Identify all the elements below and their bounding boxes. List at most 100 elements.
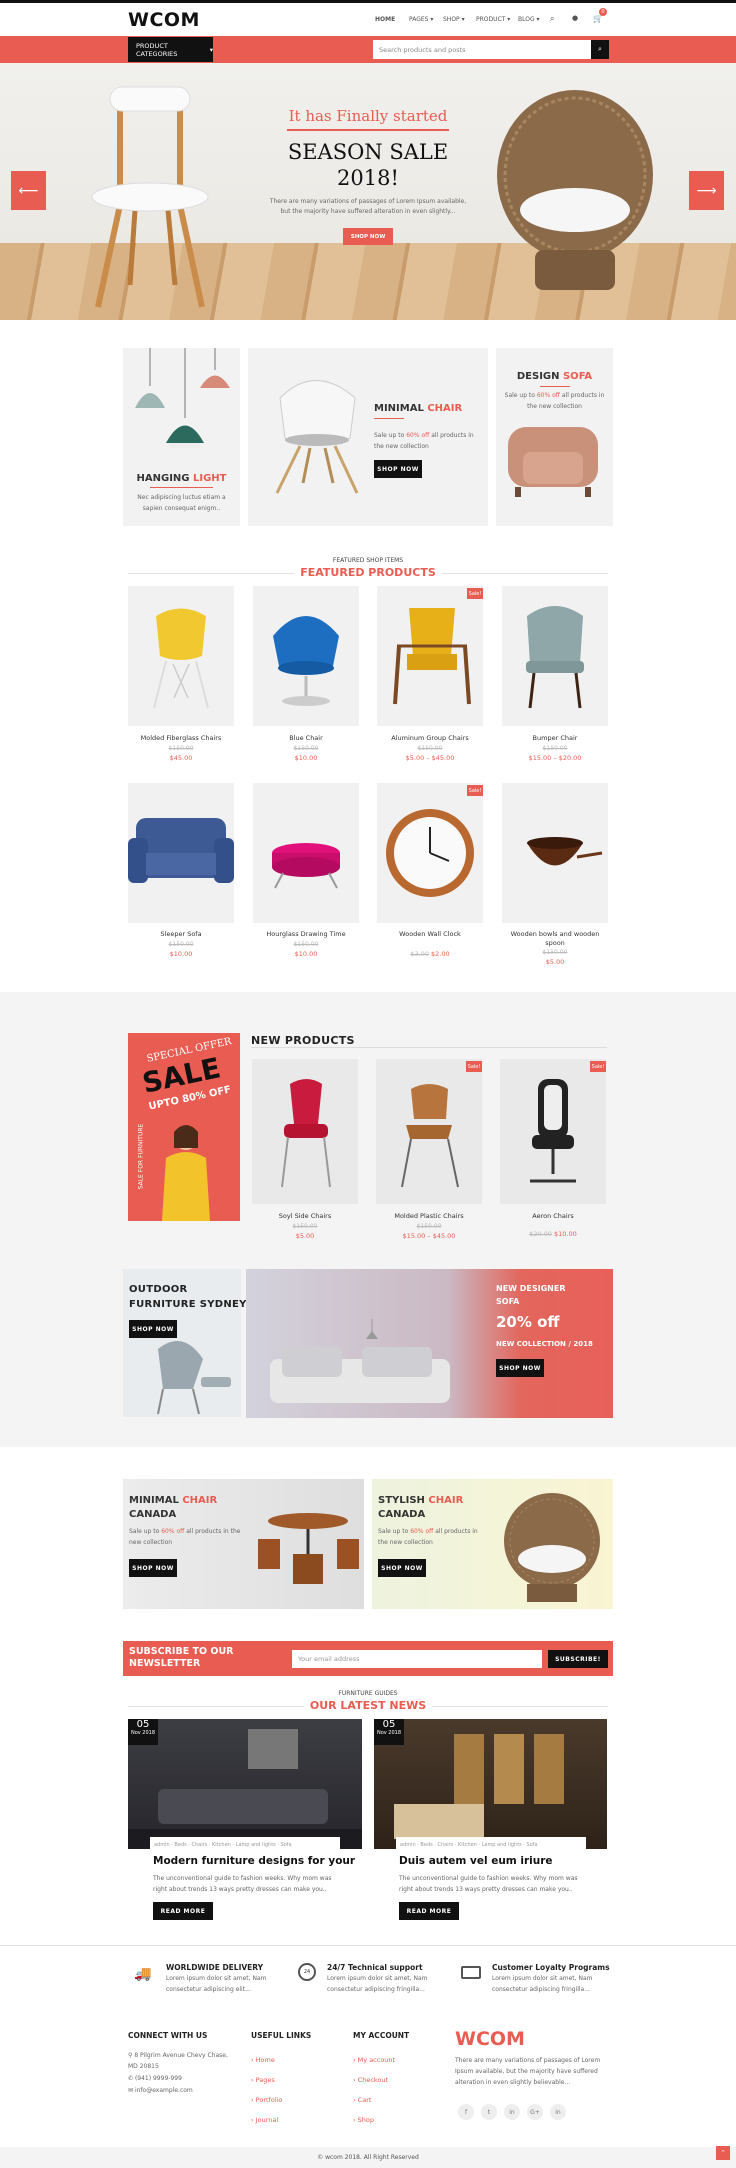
product-name[interactable]: Aeron Chairs [500, 1212, 606, 1220]
facebook-icon[interactable]: f [458, 2104, 474, 2120]
product-card-1[interactable] [128, 586, 234, 726]
footer-link-journal[interactable]: › Journal [251, 2116, 278, 2124]
search-bar [0, 36, 736, 63]
outdoor-title-l1: OUTDOOR [129, 1284, 188, 1295]
new-product-card-2[interactable] [376, 1059, 482, 1204]
hero-basket-chair-image [497, 90, 653, 290]
footer-email[interactable]: ✉ info@example.com [128, 2085, 193, 2096]
twitter-icon[interactable]: t [481, 2104, 497, 2120]
product-name-line2[interactable]: spoon [502, 939, 608, 947]
promo-design-title-a: DESIGN [516, 371, 560, 382]
product-card-6[interactable] [253, 783, 359, 923]
product-name[interactable]: Molded Fiberglass Chairs [128, 734, 234, 742]
hero-shop-now-button[interactable]: SHOP NOW [343, 228, 393, 245]
canada1-title: MINIMAL CHAIR [129, 1495, 217, 1506]
product-card-5[interactable] [128, 783, 234, 923]
product-card-7[interactable] [377, 783, 483, 923]
news-meta-1: admin · Beds · Chairs · Kitchen · Lamp a… [150, 1837, 340, 1852]
user-icon[interactable]: ● [572, 14, 578, 22]
canada1-title-c: CANADA [129, 1509, 177, 1520]
product-name[interactable]: Aluminum Group Chairs [377, 734, 483, 742]
footer-link-cart[interactable]: › Cart [353, 2096, 371, 2104]
nav-blog[interactable]: BLOG ▾ [518, 16, 540, 23]
promo-hanging-title-a: HANGING [136, 473, 190, 484]
product-price-row: $20.00 $10.00 [500, 1230, 606, 1238]
pink-ottoman-image [272, 843, 340, 889]
footer-link-label: Journal [255, 2116, 279, 2124]
newsletter-email-input[interactable]: Your email address [292, 1650, 542, 1668]
instagram-icon[interactable]: in [504, 2104, 520, 2120]
news-read-more-2[interactable]: READ MORE [399, 1902, 459, 1920]
product-name[interactable]: Molded Plastic Chairs [376, 1212, 482, 1220]
footer-link-portfolio[interactable]: › Portfolio [251, 2096, 282, 2104]
product-card-2[interactable] [253, 586, 359, 726]
search-input[interactable]: Search products and posts [373, 40, 591, 59]
product-card-4[interactable] [502, 586, 608, 726]
product-old-price: $150.00 [293, 941, 319, 948]
footer-link-pages[interactable]: › Pages [251, 2076, 275, 2084]
product-card-3[interactable] [377, 586, 483, 726]
nav-pages[interactable]: PAGES ▾ [409, 16, 433, 23]
cart-count-badge: 0 [599, 8, 607, 16]
search-submit-button[interactable]: ⌕ [591, 40, 609, 59]
promo-minimal-text-1: Sale up to 60% off all products in [374, 430, 474, 441]
product-name[interactable]: Soyl Side Chairs [252, 1212, 358, 1220]
nav-product[interactable]: PRODUCT ▾ [476, 16, 510, 23]
footer-logo[interactable]: WCOM [455, 2028, 525, 2050]
news-image-1[interactable] [128, 1719, 362, 1849]
copyright-text: © wcom 2018. All Right Reserved [317, 2154, 419, 2161]
designer-shop-now-button[interactable]: SHOP NOW [496, 1359, 544, 1377]
canada1-text-pct: 60% off [161, 1528, 185, 1535]
hero-prev-arrow[interactable]: ⟵ [11, 171, 46, 210]
product-name[interactable]: Hourglass Drawing Time [253, 930, 359, 938]
news-image-2[interactable] [374, 1719, 607, 1849]
newsletter-title-l2: NEWSLETTER [129, 1658, 201, 1669]
nav-home[interactable]: HOME [375, 16, 395, 23]
yellow-chair-image [153, 608, 209, 709]
linkedin-icon[interactable]: in [550, 2104, 566, 2120]
product-name[interactable]: Blue Chair [253, 734, 359, 742]
footer-link-home[interactable]: › Home [251, 2056, 275, 2064]
sale-badge: Sale! [466, 1061, 482, 1072]
newsletter-subscribe-button[interactable]: SUBSCRIBE! [548, 1650, 608, 1668]
outdoor-shop-now-button[interactable]: SHOP NOW [129, 1320, 177, 1338]
product-name[interactable]: Bumper Chair [502, 734, 608, 742]
product-card-8[interactable] [502, 783, 608, 923]
outdoor-chair-image [157, 1341, 231, 1415]
new-product-card-1[interactable] [252, 1059, 358, 1204]
promo-minimal-shop-now-button[interactable]: SHOP NOW [374, 460, 422, 478]
footer-link-checkout[interactable]: › Checkout [353, 2076, 388, 2084]
bumper-chair-image [526, 606, 584, 709]
product-old-price: $150.00 [293, 745, 319, 752]
footer-link-my-account[interactable]: › My account [353, 2056, 395, 2064]
hero-divider [287, 129, 449, 131]
canada1-shop-now-button[interactable]: SHOP NOW [129, 1559, 177, 1577]
truck-icon: 🚚 [134, 1966, 152, 1982]
arrow-left-icon: ⟵ [11, 171, 46, 210]
product-categories-button[interactable]: PRODUCT CATEGORIES ▾ [128, 37, 213, 62]
hero-tagline: It has Finally started [288, 107, 448, 125]
news-post-title-2[interactable]: Duis autem vel eum iriure [399, 1855, 553, 1867]
product-price: $5.00 [545, 958, 565, 966]
back-to-top-icon[interactable]: ⌃ [716, 2146, 730, 2160]
product-price: $10.00 [554, 1230, 577, 1238]
special-offer-banner[interactable]: SPECIAL OFFER SALE UPTO 80% OFF SALE FOR… [128, 1033, 240, 1221]
new-product-card-3[interactable] [500, 1059, 606, 1204]
nav-shop[interactable]: SHOP ▾ [443, 16, 465, 23]
product-name[interactable]: Wooden Wall Clock [377, 930, 483, 938]
product-price: $5.00 – $45.00 [405, 754, 455, 762]
search-icon[interactable]: ⌕ [550, 14, 554, 24]
product-old-price: $150.00 [416, 1223, 442, 1230]
hero-next-arrow[interactable]: ⟶ [689, 171, 724, 210]
canada2-shop-now-button[interactable]: SHOP NOW [378, 1559, 426, 1577]
site-logo[interactable]: WCOM [128, 9, 200, 31]
feature-title-3: Customer Loyalty Programs [492, 1963, 610, 1972]
footer-link-shop[interactable]: › Shop [353, 2116, 374, 2124]
product-name[interactable]: Sleeper Sofa [128, 930, 234, 938]
news-read-more-1[interactable]: READ MORE [153, 1902, 213, 1920]
product-old-price: $150.00 [417, 745, 443, 752]
google-plus-icon[interactable]: G+ [527, 2104, 543, 2120]
product-name[interactable]: Wooden bowls and wooden [502, 930, 608, 938]
news-post-title-1[interactable]: Modern furniture designs for your [153, 1855, 355, 1867]
armchair-image [508, 427, 598, 497]
